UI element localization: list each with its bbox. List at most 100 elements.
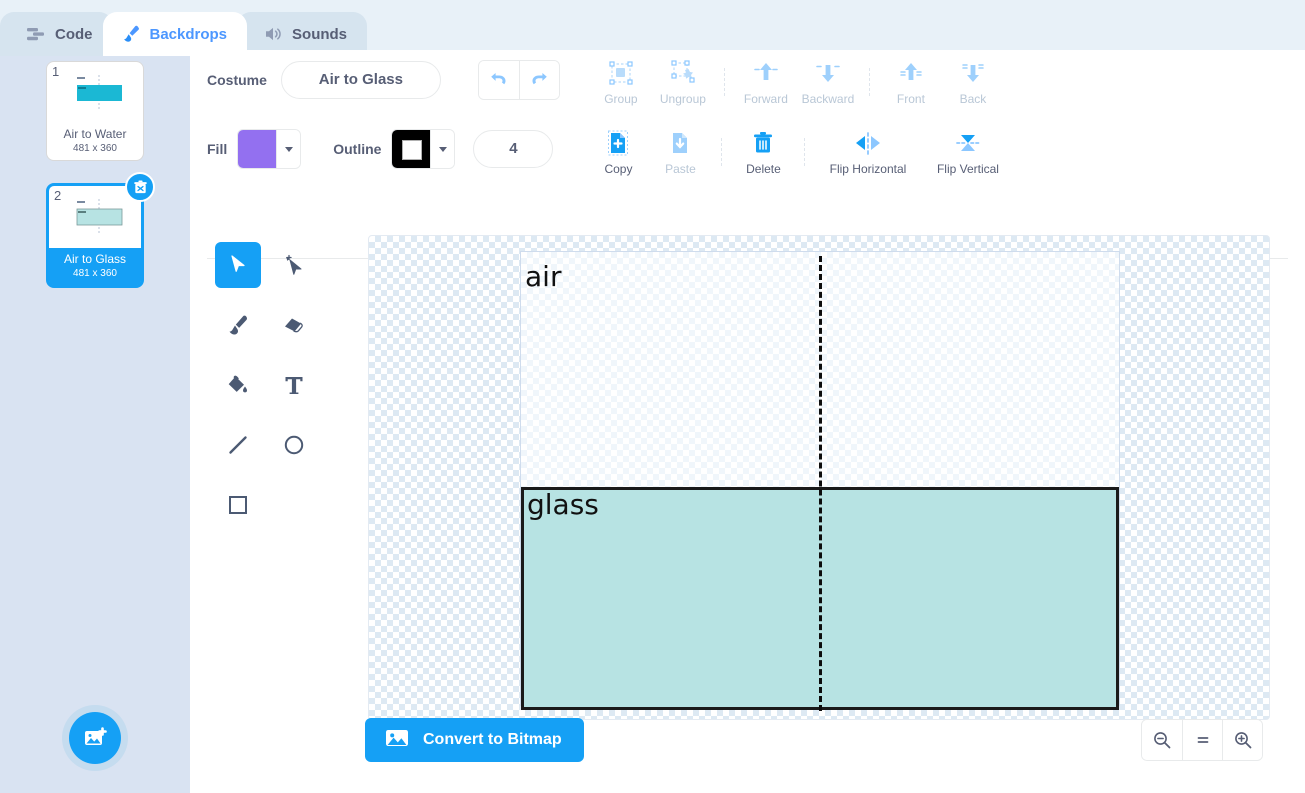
editor-toolbar-row-2: Fill Outline 4 Copy Paste Delete Flip Ho…	[190, 110, 1305, 188]
reshape-icon-box	[271, 242, 317, 288]
normal-dashed-line[interactable]	[819, 256, 822, 711]
circle-icon	[284, 435, 304, 455]
back-button[interactable]: Back	[942, 58, 1004, 106]
editor-bottom-bar: Convert to Bitmap	[190, 703, 1305, 793]
costume-name-input[interactable]: Air to Glass	[280, 61, 441, 99]
speaker-icon	[263, 24, 283, 44]
ungroup-button[interactable]: Ungroup	[652, 58, 714, 106]
add-backdrop-button[interactable]	[69, 712, 121, 764]
fill-color-selector[interactable]	[237, 129, 302, 169]
text-tool[interactable]	[266, 355, 322, 415]
undo-button[interactable]	[478, 61, 519, 99]
circle-icon-box	[271, 422, 317, 468]
square-icon	[229, 496, 247, 514]
paste-button[interactable]: Paste	[649, 128, 711, 176]
convert-to-bitmap-button[interactable]: Convert to Bitmap	[365, 718, 584, 762]
stroke-width-input[interactable]: 4	[473, 130, 554, 168]
paint-bucket-icon-box	[215, 362, 261, 408]
tab-backdrops[interactable]: Backdrops	[102, 12, 248, 56]
backdrop-name: Air to Water	[63, 127, 127, 141]
select-tool[interactable]	[210, 235, 266, 295]
paintbrush-icon	[121, 24, 141, 44]
outline-color-selector[interactable]	[391, 129, 456, 169]
paint-bucket-icon	[228, 375, 247, 393]
backward-button[interactable]: Backward	[797, 58, 859, 106]
costume-label: Costume	[207, 72, 267, 88]
line-tool[interactable]	[210, 415, 266, 475]
trash-icon	[750, 128, 776, 158]
tool-palette	[210, 235, 330, 535]
flip-vertical-label: Flip Vertical	[936, 162, 999, 176]
backdrop-thumbnail	[47, 62, 143, 124]
line-icon	[229, 436, 247, 454]
zoom-in-icon	[1234, 732, 1251, 749]
flip-horizontal-icon	[853, 128, 883, 158]
outline-caret-icon[interactable]	[430, 130, 455, 168]
delete-label: Delete	[746, 162, 781, 176]
add-image-icon	[85, 727, 107, 745]
tab-code[interactable]: Code	[0, 12, 113, 56]
tab-label-code: Code	[55, 25, 93, 43]
eraser-icon	[285, 318, 303, 333]
zoom-in-button[interactable]	[1222, 720, 1262, 760]
fill-caret-icon[interactable]	[276, 130, 301, 168]
copy-button[interactable]: Copy	[587, 128, 649, 176]
fill-tool[interactable]	[210, 355, 266, 415]
undo-icon	[491, 73, 506, 85]
eraser-icon-box	[271, 302, 317, 348]
drawing-canvas[interactable]: air glass	[368, 235, 1270, 720]
delete-backdrop-button[interactable]	[125, 172, 155, 202]
code-icon	[26, 24, 46, 44]
style-divider-2	[804, 138, 806, 166]
backdrop-item-air-to-glass[interactable]: 2 Air to Glass 481 x 360	[46, 172, 155, 288]
add-backdrop-fab-wrap	[62, 705, 128, 771]
add-backdrop-halo	[62, 705, 128, 771]
ungroup-label: Ungroup	[659, 92, 706, 106]
circle-tool[interactable]	[266, 415, 322, 475]
cursor-arrow-icon-box	[215, 242, 261, 288]
zoom-controls	[1141, 719, 1263, 761]
outline-label: Outline	[333, 141, 382, 157]
backdrop-list: 1 Air to Water 481 x 360 2 Air to Glass …	[0, 51, 190, 683]
editor-tabs: Code Backdrops Sounds	[0, 0, 368, 56]
rectangle-tool[interactable]	[210, 475, 266, 535]
back-label: Back	[959, 92, 987, 106]
group-button[interactable]: Group	[590, 58, 652, 106]
backdrop-item-air-to-water[interactable]: 1 Air to Water 481 x 360	[46, 61, 144, 161]
toolbar-divider-2	[868, 68, 870, 96]
fill-color-swatch[interactable]	[238, 130, 277, 168]
ungroup-icon	[670, 58, 696, 88]
backdrop-size: 481 x 360	[49, 267, 141, 285]
flip-horizontal-button[interactable]: Flip Horizontal	[815, 128, 920, 176]
backdrop-size: 481 x 360	[73, 143, 117, 154]
front-icon	[898, 58, 924, 88]
redo-button[interactable]	[518, 61, 559, 99]
zoom-reset-button[interactable]	[1182, 720, 1222, 760]
front-button[interactable]: Front	[880, 58, 942, 106]
glass-text-label[interactable]: glass	[527, 488, 599, 521]
flip-vertical-icon	[953, 128, 983, 158]
eraser-tool[interactable]	[266, 295, 322, 355]
forward-button[interactable]: Forward	[735, 58, 797, 106]
text-t-icon	[285, 377, 303, 394]
square-icon-box	[215, 482, 261, 528]
delete-button[interactable]: Delete	[732, 128, 794, 176]
forward-label: Forward	[743, 92, 788, 106]
image-icon	[384, 727, 410, 754]
toolbar-divider-1	[723, 68, 725, 96]
paintbrush-icon	[229, 315, 247, 335]
copy-label: Copy	[604, 162, 633, 176]
zoom-out-button[interactable]	[1142, 720, 1182, 760]
outline-color-swatch[interactable]	[392, 130, 431, 168]
brush-tool[interactable]	[210, 295, 266, 355]
group-label: Group	[604, 92, 638, 106]
reshape-icon	[286, 254, 302, 275]
air-text-label[interactable]: air	[525, 260, 561, 293]
flip-vertical-button[interactable]: Flip Vertical	[920, 128, 1015, 176]
backdrop-index: 1	[52, 64, 60, 79]
zoom-out-icon	[1154, 732, 1171, 749]
backdrop-name: Air to Glass	[49, 248, 141, 267]
paint-editor-window: Code Backdrops Sounds 1 Air to Water 481…	[0, 0, 1305, 793]
reshape-tool[interactable]	[266, 235, 322, 295]
paint-editor: Costume Air to Glass Group Ungroup Forwa…	[190, 50, 1305, 793]
